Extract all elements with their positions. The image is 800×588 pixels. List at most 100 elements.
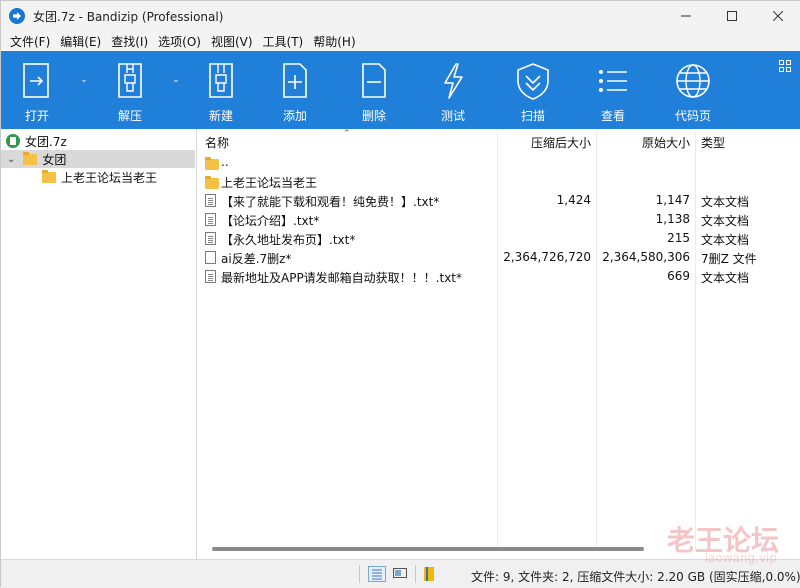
chevron-down-icon: ⌄: [7, 153, 16, 165]
list-item-file[interactable]: ai反差.7删z* 2,364,726,720 2,364,580,306 7删…: [198, 248, 800, 267]
status-bar: 文件: 9, 文件夹: 2, 压缩文件大小: 2.20 GB (固实压缩,0.0…: [1, 559, 800, 588]
horizontal-scrollbar[interactable]: [212, 547, 644, 551]
tree-item-label: 女团.7z: [25, 134, 67, 149]
open-button[interactable]: 打开: [1, 51, 73, 129]
maximize-button[interactable]: [709, 1, 755, 31]
original-size: 1,147: [655, 193, 690, 207]
minimize-button[interactable]: [663, 1, 709, 31]
layout-grid-icon[interactable]: [779, 60, 791, 72]
column-header-name[interactable]: 名称: [205, 134, 229, 151]
file-name: ..: [221, 155, 229, 169]
add-file-icon: [275, 59, 315, 103]
file-type: 7删Z 文件: [701, 252, 757, 266]
menu-tools[interactable]: 工具(T): [258, 33, 309, 50]
tree-item-subfolder[interactable]: 上老王论坛当老王: [1, 168, 196, 186]
codepage-icon: [673, 59, 713, 103]
tree-item-label: 女团: [42, 152, 67, 167]
list-item-file[interactable]: 最新地址及APP请发邮箱自动获取！！！.txt* 669 文本文档: [198, 267, 800, 286]
folder-tree: 女团.7z ⌄ 女团 上老王论坛当老王: [1, 129, 197, 559]
delete-file-icon: [354, 59, 394, 103]
extract-dropdown-button[interactable]: ⌄: [165, 51, 187, 129]
compressed-size: 1,424: [556, 193, 591, 207]
details-view-icon: [372, 569, 382, 580]
scan-button[interactable]: 扫描: [493, 51, 573, 129]
menu-help[interactable]: 帮助(H): [308, 33, 360, 50]
menu-bar: 文件(F) 编辑(E) 查找(I) 选项(O) 视图(V) 工具(T) 帮助(H…: [1, 31, 800, 51]
test-icon: [433, 59, 473, 103]
file-name: 【论坛介绍】.txt*: [221, 214, 320, 228]
original-size: 2,364,580,306: [602, 250, 690, 264]
archive-info-icon: [424, 567, 434, 581]
view-label: 查看: [600, 109, 625, 123]
menu-view[interactable]: 视图(V): [206, 33, 258, 50]
folder-icon: [205, 157, 219, 170]
archive-icon: [6, 134, 20, 148]
minimize-icon: [681, 15, 691, 17]
list-item-parent[interactable]: ..: [198, 153, 800, 172]
menu-edit[interactable]: 编辑(E): [55, 33, 106, 50]
divider: [359, 565, 360, 583]
chevron-down-icon: ⌄: [80, 75, 88, 85]
preview-view-icon: [393, 568, 407, 578]
window-controls: [663, 1, 800, 31]
list-item-folder[interactable]: 上老王论坛当老王: [198, 172, 800, 191]
close-button[interactable]: [755, 1, 800, 31]
add-button[interactable]: 添加: [255, 51, 335, 129]
file-type: 文本文档: [701, 195, 750, 209]
menu-find[interactable]: 查找(I): [106, 33, 153, 50]
text-file-icon: [205, 232, 216, 245]
close-icon: [773, 11, 783, 21]
status-summary: 文件: 9, 文件夹: 2, 压缩文件大小: 2.20 GB (固实压缩,0.0…: [471, 570, 800, 584]
file-name: 【永久地址发布页】.txt*: [221, 233, 356, 247]
column-header-original-size[interactable]: 原始大小: [642, 134, 690, 151]
extract-button[interactable]: 解压: [95, 51, 165, 129]
scan-label: 扫描: [520, 109, 545, 123]
file-list: ⌃ 名称 压缩后大小 原始大小 类型 .. 上老王论坛当老王 【来了就能下载和观…: [198, 129, 800, 559]
menu-options[interactable]: 选项(O): [153, 33, 206, 50]
delete-label: 删除: [361, 109, 386, 123]
folder-icon: [205, 176, 219, 189]
new-archive-icon: [201, 59, 241, 103]
file-name: 上老王论坛当老王: [221, 176, 318, 190]
delete-button[interactable]: 删除: [335, 51, 413, 129]
watermark-url: laowang.vip: [704, 551, 777, 565]
open-label: 打开: [24, 109, 49, 123]
tree-item-archive[interactable]: 女团.7z: [1, 132, 196, 150]
list-header: ⌃ 名称 压缩后大小 原始大小 类型: [198, 129, 800, 153]
codepage-button[interactable]: 代码页: [653, 51, 733, 129]
new-archive-label: 新建: [208, 109, 233, 123]
original-size: 215: [667, 231, 690, 245]
tree-item-folder-selected[interactable]: ⌄ 女团: [1, 150, 195, 168]
open-icon: [17, 59, 57, 103]
test-button[interactable]: 测试: [413, 51, 493, 129]
file-type: 文本文档: [701, 214, 750, 228]
view-button[interactable]: 查看: [573, 51, 653, 129]
extract-icon: [110, 59, 150, 103]
details-view-button[interactable]: [368, 566, 386, 582]
tree-item-label: 上老王论坛当老王: [61, 170, 158, 185]
open-dropdown-button[interactable]: ⌄: [73, 51, 95, 129]
text-file-icon: [205, 194, 216, 207]
list-item-file[interactable]: 【论坛介绍】.txt* 1,138 文本文档: [198, 210, 800, 229]
file-type: 文本文档: [701, 233, 750, 247]
archive-info-button[interactable]: [421, 566, 439, 582]
codepage-label: 代码页: [674, 109, 711, 123]
file-name: 【来了就能下载和观看！纯免费！】.txt*: [221, 195, 440, 209]
file-name: ai反差.7删z*: [221, 252, 292, 266]
file-type: 文本文档: [701, 271, 750, 285]
divider: [415, 565, 416, 583]
column-header-compressed-size[interactable]: 压缩后大小: [531, 134, 591, 151]
test-label: 测试: [440, 109, 465, 123]
text-file-icon: [205, 270, 216, 283]
folder-icon: [42, 169, 56, 183]
list-item-file[interactable]: 【永久地址发布页】.txt* 215 文本文档: [198, 229, 800, 248]
maximize-icon: [727, 11, 737, 21]
preview-view-button[interactable]: [392, 566, 410, 582]
list-item-file[interactable]: 【来了就能下载和观看！纯免费！】.txt* 1,424 1,147 文本文档: [198, 191, 800, 210]
column-header-type[interactable]: 类型: [701, 134, 725, 151]
sort-ascending-icon: ⌃: [343, 129, 351, 139]
menu-file[interactable]: 文件(F): [5, 33, 55, 50]
original-size: 669: [667, 269, 690, 283]
new-archive-button[interactable]: 新建: [187, 51, 255, 129]
add-label: 添加: [282, 109, 307, 123]
